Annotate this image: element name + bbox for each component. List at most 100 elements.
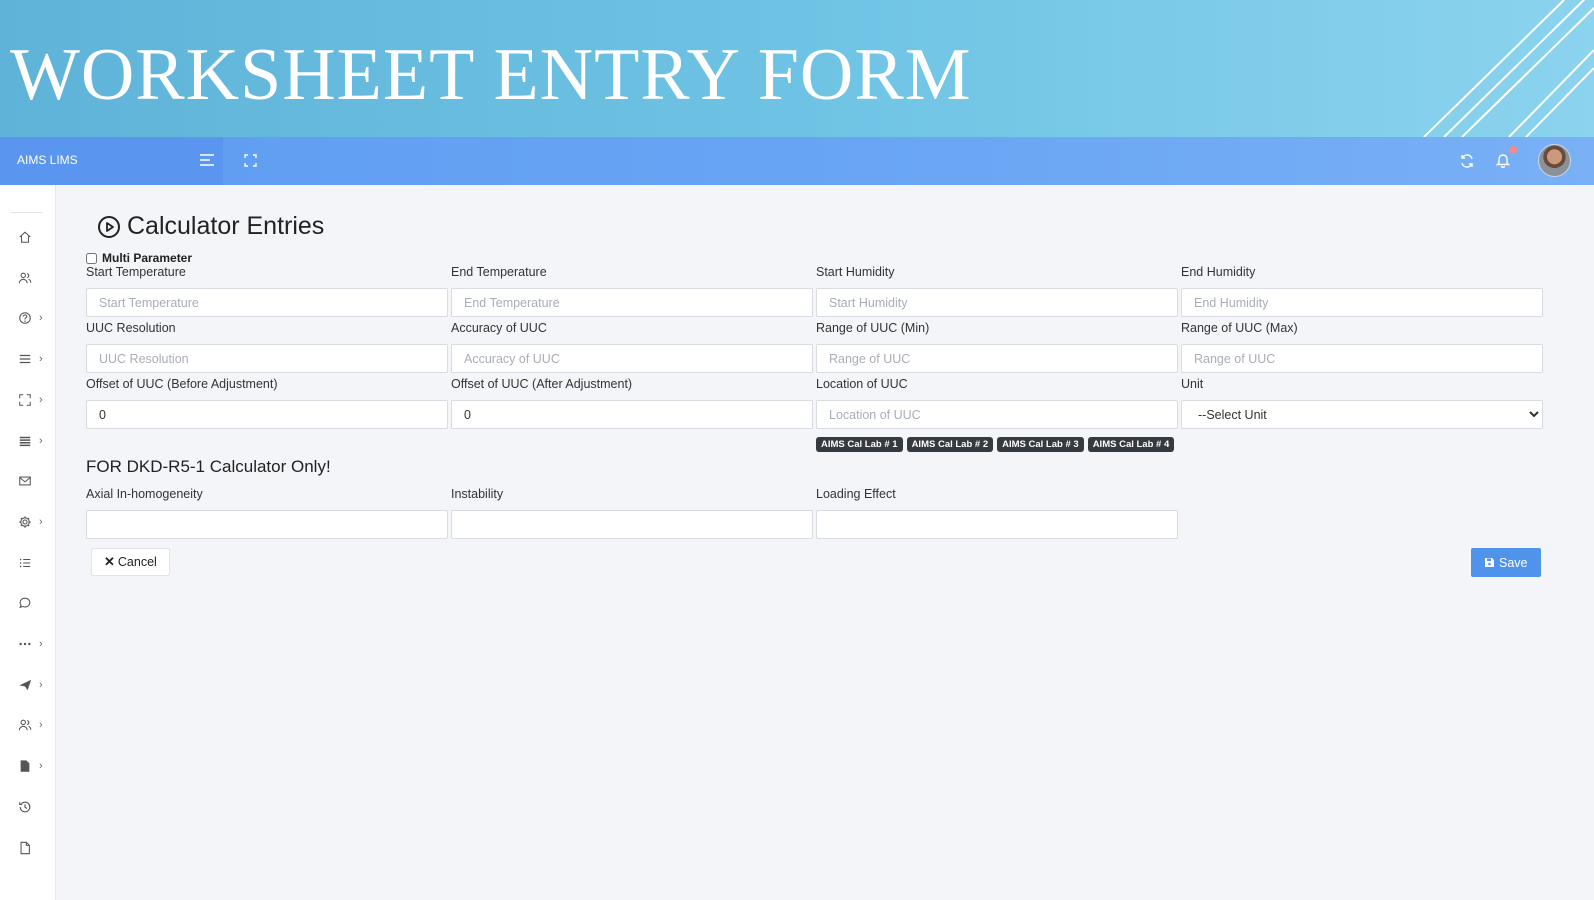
page-title-text: Calculator Entries bbox=[127, 212, 325, 240]
sidebar-item-home[interactable] bbox=[0, 223, 56, 253]
fullscreen-icon[interactable] bbox=[244, 154, 257, 167]
start-humidity-label: Start Humidity bbox=[816, 265, 895, 279]
avatar[interactable] bbox=[1538, 144, 1571, 177]
home-icon bbox=[18, 230, 34, 246]
sidebar-item-group[interactable]: › bbox=[0, 711, 56, 741]
start-temperature-input[interactable] bbox=[86, 288, 448, 317]
offset-before-input[interactable] bbox=[86, 400, 448, 429]
unit-label: Unit bbox=[1181, 377, 1204, 391]
end-humidity-label: End Humidity bbox=[1181, 265, 1256, 279]
location-badge-4[interactable]: AIMS Cal Lab # 4 bbox=[1087, 437, 1175, 452]
sidebar-item-expand[interactable]: › bbox=[0, 386, 56, 416]
page-title: Calculator Entries bbox=[97, 212, 324, 241]
uuc-resolution-input[interactable] bbox=[86, 344, 448, 373]
bell-icon[interactable] bbox=[1496, 152, 1510, 168]
group-icon bbox=[18, 718, 34, 734]
sidebar-item-history[interactable] bbox=[0, 793, 56, 823]
cancel-label: Cancel bbox=[117, 555, 157, 569]
chevron-right-icon: › bbox=[39, 353, 43, 366]
decorative-lines bbox=[1423, 0, 1594, 137]
unit-select[interactable]: --Select Unit bbox=[1181, 400, 1543, 429]
location-badge-3[interactable]: AIMS Cal Lab # 3 bbox=[997, 437, 1084, 452]
sidebar-item-more[interactable]: › bbox=[0, 630, 56, 660]
sidebar: › › › › › › › › › bbox=[0, 185, 56, 900]
sidebar-item-users[interactable] bbox=[0, 264, 56, 294]
mail-icon bbox=[18, 474, 34, 490]
location-of-uuc-label: Location of UUC bbox=[816, 377, 908, 391]
top-navbar: AIMS LIMS bbox=[0, 137, 1594, 185]
list-icon bbox=[18, 352, 34, 368]
banner-title: WORKSHEET ENTRY FORM bbox=[10, 34, 972, 116]
brand-area: AIMS LIMS bbox=[0, 137, 223, 185]
play-circle-icon bbox=[98, 215, 120, 238]
location-of-uuc-input[interactable] bbox=[816, 400, 1178, 429]
history-icon bbox=[18, 800, 34, 816]
chevron-right-icon: › bbox=[39, 312, 43, 325]
accuracy-of-uuc-label: Accuracy of UUC bbox=[451, 321, 547, 335]
end-temperature-input[interactable] bbox=[451, 288, 813, 317]
multi-parameter-option[interactable]: Multi Parameter bbox=[86, 251, 192, 265]
save-icon bbox=[1485, 558, 1494, 567]
file-icon bbox=[18, 841, 34, 857]
chevron-right-icon: › bbox=[39, 393, 43, 406]
brand-name[interactable]: AIMS LIMS bbox=[17, 153, 78, 167]
more-icon bbox=[18, 637, 34, 653]
refresh-icon[interactable] bbox=[1460, 154, 1474, 168]
loading-effect-label: Loading Effect bbox=[816, 487, 896, 501]
sidebar-item-help[interactable]: › bbox=[0, 304, 56, 334]
range-min-input[interactable] bbox=[816, 344, 1178, 373]
sidebar-item-file[interactable] bbox=[0, 834, 56, 864]
range-min-label: Range of UUC (Min) bbox=[816, 321, 930, 335]
send-icon bbox=[18, 678, 34, 694]
sidebar-item-document[interactable]: › bbox=[0, 752, 56, 782]
chevron-right-icon: › bbox=[39, 760, 43, 773]
multi-parameter-label: Multi Parameter bbox=[102, 251, 193, 265]
document-icon bbox=[18, 759, 34, 775]
sidebar-divider bbox=[10, 212, 42, 213]
location-badge-2[interactable]: AIMS Cal Lab # 2 bbox=[906, 437, 994, 452]
sidebar-item-stack[interactable]: › bbox=[0, 427, 56, 457]
sidebar-item-gear[interactable]: › bbox=[0, 508, 56, 538]
notification-dot bbox=[1509, 146, 1517, 154]
menu-icon[interactable] bbox=[199, 153, 215, 167]
offset-before-label: Offset of UUC (Before Adjustment) bbox=[86, 377, 278, 391]
offset-after-label: Offset of UUC (After Adjustment) bbox=[451, 377, 633, 391]
instability-input[interactable] bbox=[451, 510, 813, 539]
bullet-list-icon bbox=[18, 556, 34, 572]
close-icon: ✕ bbox=[104, 554, 115, 569]
axial-inhomogeneity-input[interactable] bbox=[86, 510, 448, 539]
help-icon bbox=[18, 311, 34, 327]
instability-label: Instability bbox=[451, 487, 504, 501]
dkd-section-title: FOR DKD-R5-1 Calculator Only! bbox=[86, 457, 331, 476]
users-icon bbox=[18, 271, 34, 287]
save-label: Save bbox=[1499, 555, 1528, 570]
start-humidity-input[interactable] bbox=[816, 288, 1178, 317]
expand-icon bbox=[18, 393, 34, 409]
sidebar-item-chat[interactable] bbox=[0, 589, 56, 619]
sidebar-item-send[interactable]: › bbox=[0, 671, 56, 701]
cancel-button[interactable]: ✕ Cancel bbox=[91, 548, 170, 576]
sidebar-item-bullet-list[interactable] bbox=[0, 549, 56, 579]
chevron-right-icon: › bbox=[39, 638, 43, 650]
chevron-right-icon: › bbox=[39, 515, 43, 528]
loading-effect-input[interactable] bbox=[816, 510, 1178, 539]
range-max-input[interactable] bbox=[1181, 344, 1543, 373]
chevron-right-icon: › bbox=[39, 719, 43, 732]
multi-parameter-checkbox[interactable] bbox=[86, 252, 97, 264]
end-humidity-input[interactable] bbox=[1181, 288, 1543, 317]
save-button[interactable]: Save bbox=[1471, 548, 1541, 577]
location-badge-1[interactable]: AIMS Cal Lab # 1 bbox=[816, 437, 903, 452]
sidebar-item-mail[interactable] bbox=[0, 467, 56, 497]
chevron-right-icon: › bbox=[39, 678, 43, 691]
gear-icon bbox=[18, 515, 34, 531]
end-temperature-label: End Temperature bbox=[451, 265, 547, 279]
banner: WORKSHEET ENTRY FORM bbox=[0, 0, 1594, 137]
start-temperature-label: Start Temperature bbox=[86, 265, 186, 279]
chevron-right-icon: › bbox=[39, 434, 43, 447]
stack-icon bbox=[18, 434, 34, 450]
sidebar-item-list[interactable]: › bbox=[0, 345, 56, 375]
offset-after-input[interactable] bbox=[451, 400, 813, 429]
chat-icon bbox=[18, 596, 34, 612]
range-max-label: Range of UUC (Max) bbox=[1181, 321, 1298, 335]
accuracy-of-uuc-input[interactable] bbox=[451, 344, 813, 373]
